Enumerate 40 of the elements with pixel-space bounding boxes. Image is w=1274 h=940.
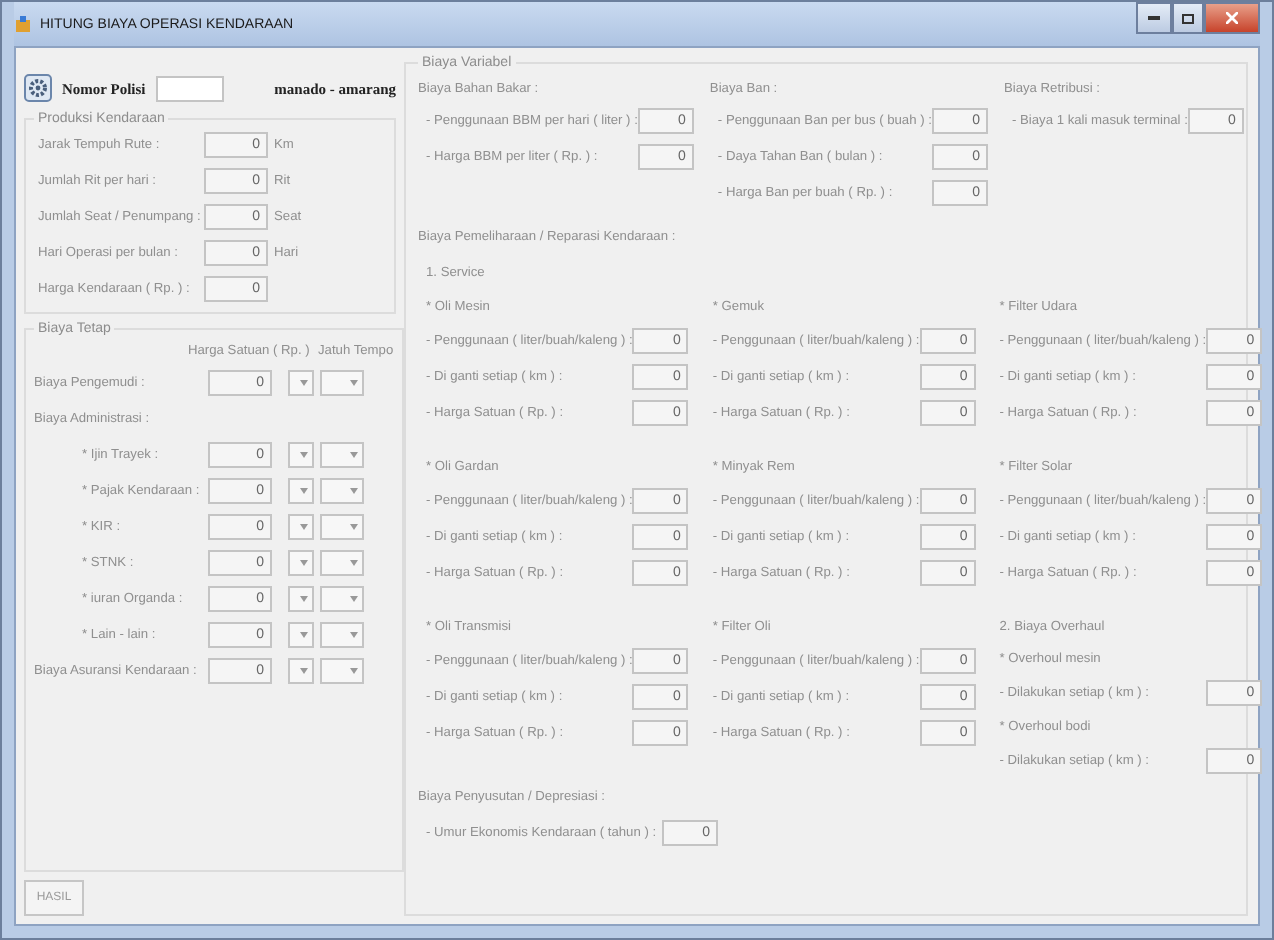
caret-icon [300, 379, 308, 385]
plate-number-field[interactable] [155, 75, 224, 101]
dropdown[interactable] [288, 513, 314, 539]
caret-icon [300, 559, 308, 565]
caret-icon [300, 523, 308, 529]
dropdown[interactable] [288, 549, 314, 575]
dropdown[interactable] [320, 369, 364, 395]
caret-icon [300, 451, 308, 457]
caret-icon [350, 559, 358, 565]
dropdown[interactable] [320, 477, 364, 503]
caret-icon [300, 487, 308, 493]
dropdown[interactable] [320, 585, 364, 611]
caret-icon [350, 667, 358, 673]
minimize-icon [1148, 16, 1160, 20]
minimize-button[interactable] [1136, 2, 1172, 34]
close-icon [1226, 12, 1238, 24]
caret-icon [350, 631, 358, 637]
dropdown[interactable] [288, 657, 314, 683]
maximize-button[interactable] [1172, 2, 1204, 34]
caret-icon [300, 595, 308, 601]
close-button[interactable] [1204, 2, 1260, 34]
maximize-icon [1182, 13, 1194, 23]
dropdown[interactable] [320, 657, 364, 683]
dropdown[interactable] [320, 621, 364, 647]
caret-icon [350, 451, 358, 457]
caret-icon [350, 595, 358, 601]
dropdown[interactable] [288, 477, 314, 503]
dropdown[interactable] [320, 441, 364, 467]
caret-icon [300, 667, 308, 673]
dropdown[interactable] [320, 513, 364, 539]
dropdown[interactable] [288, 621, 314, 647]
dropdown[interactable] [288, 585, 314, 611]
caret-icon [350, 523, 358, 529]
caret-icon [300, 631, 308, 637]
caret-icon [350, 487, 358, 493]
dropdown[interactable] [288, 441, 314, 467]
gear-icon [24, 74, 52, 102]
dropdown[interactable] [320, 549, 364, 575]
caret-icon [350, 379, 358, 385]
dropdown[interactable] [288, 369, 314, 395]
